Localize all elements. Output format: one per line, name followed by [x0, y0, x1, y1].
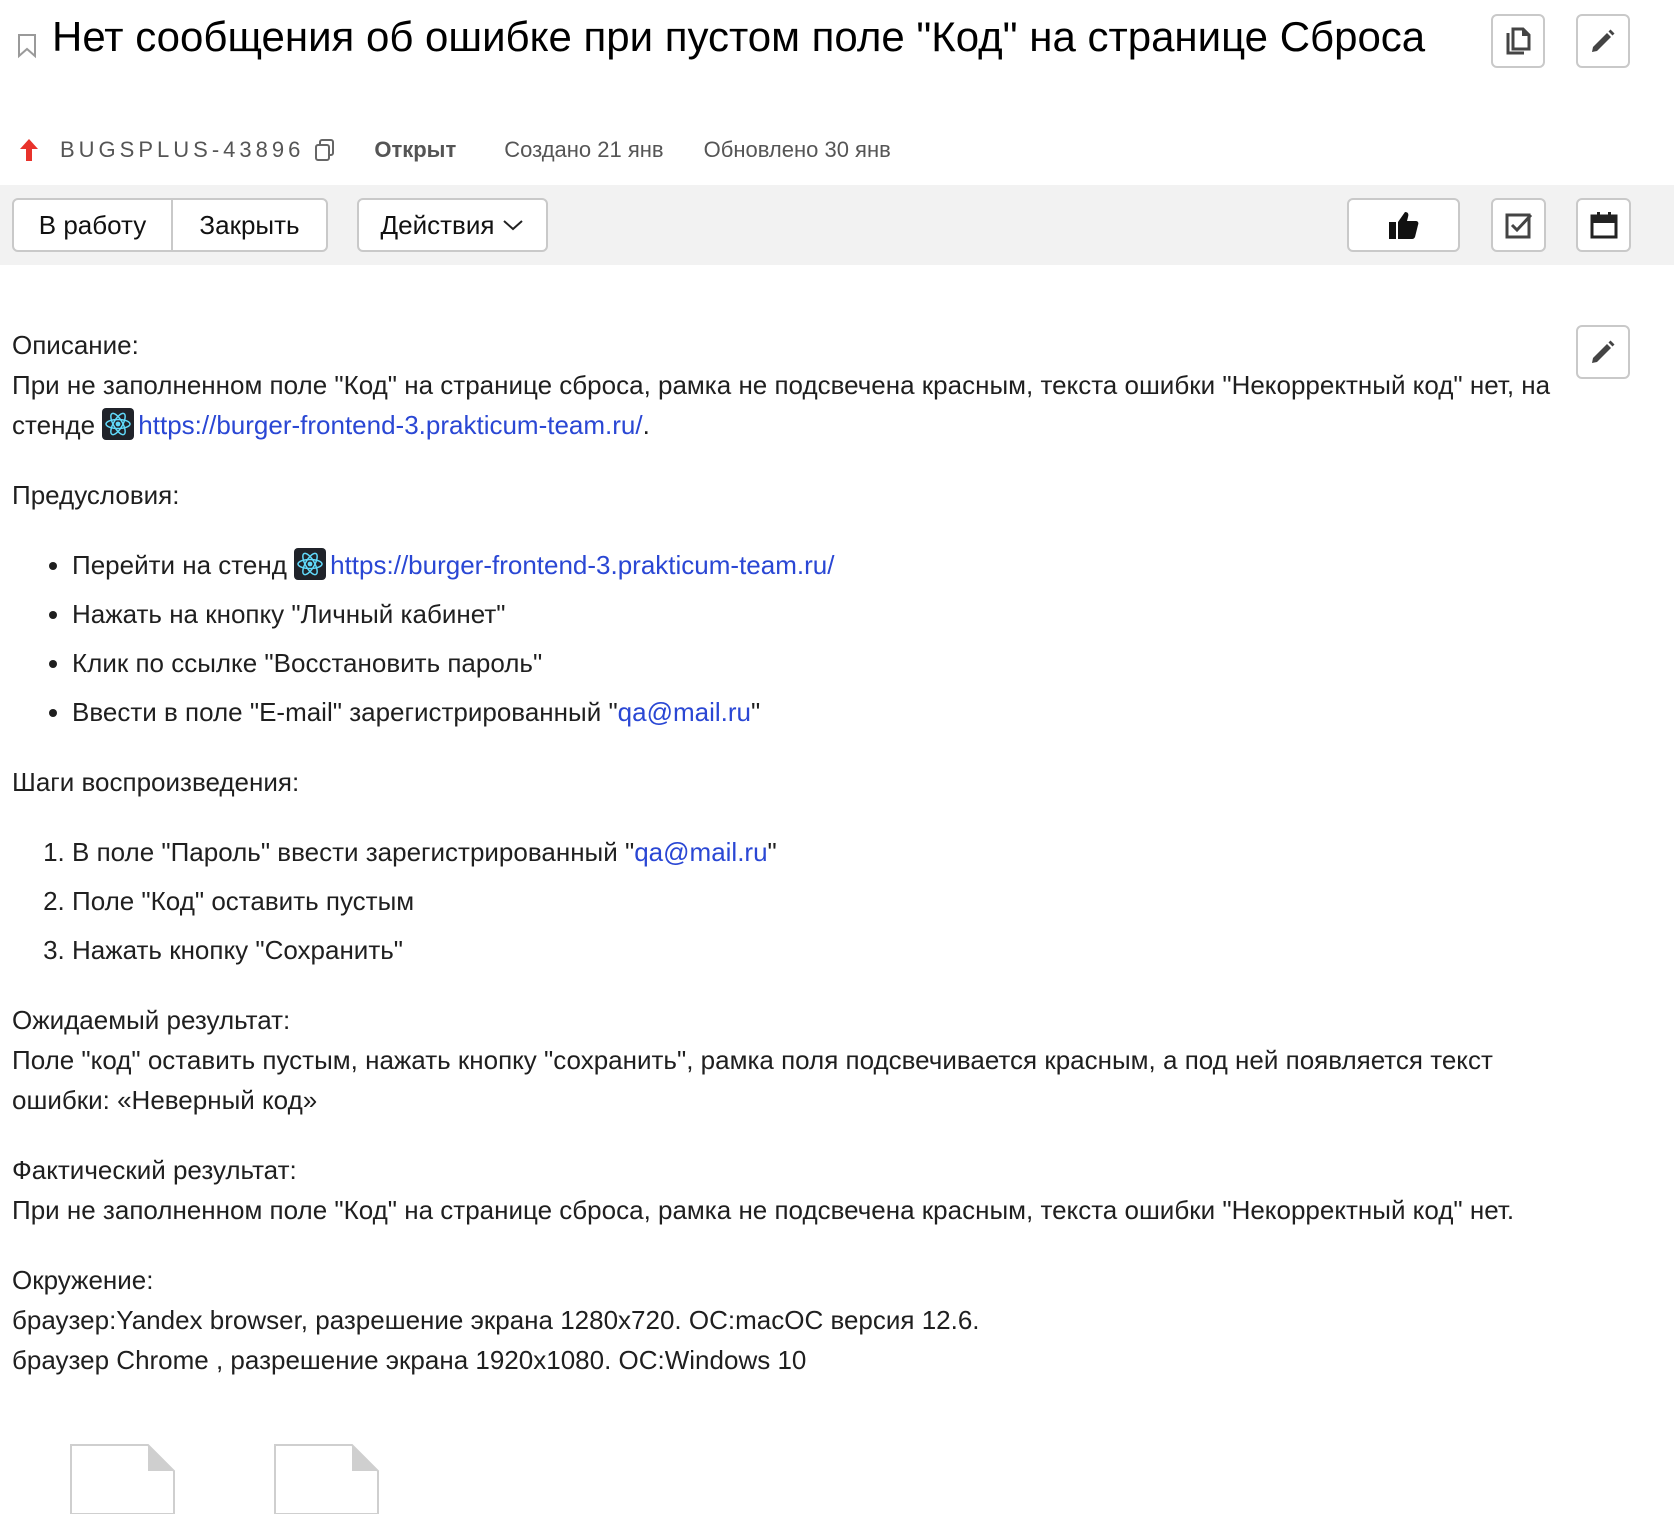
expected-text: Поле "код" оставить пустым, нажать кнопк… — [12, 1045, 1493, 1115]
thumbs-up-icon — [1388, 212, 1418, 239]
environment-line: браузер:Yandex browser, разрешение экран… — [12, 1305, 980, 1335]
stand-link[interactable]: https://burger-frontend-3.prakticum-team… — [138, 410, 642, 440]
preconditions-section: Предусловия: Перейти на стенд https://bu… — [12, 475, 1572, 732]
list-item: Нажать кнопку "Сохранить" — [72, 930, 1572, 970]
actions-dropdown[interactable]: Действия — [357, 198, 548, 252]
list-item: В поле "Пароль" ввести зарегистрированны… — [72, 832, 1572, 872]
close-issue-button[interactable]: Закрыть — [171, 198, 328, 252]
issue-header: Нет сообщения об ошибке при пустом поле … — [0, 0, 1674, 185]
issue-key[interactable]: BUGSPLUS-43896 — [60, 137, 304, 163]
expected-section: Ожидаемый результат: Поле "код" оставить… — [12, 1000, 1572, 1120]
bookmark-icon[interactable] — [14, 30, 40, 60]
section-heading: Предусловия: — [12, 480, 180, 510]
updated-date: Обновлено 30 янв — [703, 137, 891, 162]
actual-text: При не заполненном поле "Код" на страниц… — [12, 1195, 1515, 1225]
environment-section: Окружение: браузер:Yandex browser, разре… — [12, 1260, 1572, 1380]
environment-line: браузер Chrome , разрешение экрана 1920x… — [12, 1345, 807, 1375]
chevron-down-icon — [503, 220, 524, 231]
calendar-icon — [1590, 212, 1617, 239]
text: Перейти на стенд — [72, 550, 295, 580]
edit-title-button[interactable] — [1576, 14, 1630, 68]
checkbox-icon — [1505, 213, 1532, 239]
description-text: При не заполненном поле "Код" на страниц… — [12, 365, 1552, 445]
file-icon[interactable] — [274, 1444, 380, 1514]
issue-title: Нет сообщения об ошибке при пустом поле … — [52, 13, 1426, 60]
actual-section: Фактический результат: При не заполненно… — [12, 1150, 1572, 1230]
list-item: Клик по ссылке "Восстановить пароль" — [72, 643, 1572, 683]
checklist-button[interactable] — [1491, 198, 1546, 252]
preconditions-list: Перейти на стенд https://burger-frontend… — [12, 545, 1572, 732]
copy-key-icon[interactable] — [312, 137, 338, 163]
created-date: Создано 21 янв — [504, 137, 664, 162]
text: . — [642, 410, 650, 440]
clone-button[interactable] — [1491, 14, 1545, 68]
text: " — [767, 837, 777, 867]
issue-toolbar: В работу Закрыть Действия — [0, 185, 1674, 265]
section-heading: Фактический результат: — [12, 1155, 297, 1185]
email-link[interactable]: qa@mail.ru — [618, 697, 751, 727]
issue-meta: BUGSPLUS-43896 Открыт Создано 21 янв Обн… — [18, 132, 891, 168]
steps-list: В поле "Пароль" ввести зарегистрированны… — [12, 832, 1572, 970]
react-icon — [102, 408, 135, 440]
description-section: Описание: При не заполненном поле "Код" … — [12, 325, 1572, 445]
status-badge[interactable]: Открыт — [374, 137, 456, 163]
list-item: Нажать на кнопку "Личный кабинет" — [72, 594, 1572, 634]
edit-description-button[interactable] — [1576, 325, 1630, 379]
actions-label: Действия — [380, 209, 495, 240]
list-item: Перейти на стенд https://burger-frontend… — [72, 545, 1572, 585]
file-icon[interactable] — [70, 1444, 176, 1514]
calendar-button[interactable] — [1576, 198, 1631, 252]
text: Ввести в поле "E-mail" зарегистрированны… — [72, 697, 618, 727]
like-button[interactable] — [1347, 198, 1460, 252]
react-icon — [294, 548, 327, 580]
priority-up-icon — [20, 139, 38, 161]
section-heading: Описание: — [12, 330, 139, 360]
text: " — [751, 697, 761, 727]
section-heading: Ожидаемый результат: — [12, 1005, 291, 1035]
start-work-button[interactable]: В работу — [12, 198, 173, 252]
edit-icon — [1592, 340, 1615, 363]
email-link[interactable]: qa@mail.ru — [634, 837, 767, 867]
issue-description: Описание: При не заполненном поле "Код" … — [12, 325, 1572, 1410]
clone-icon — [1506, 27, 1531, 55]
steps-section: Шаги воспроизведения: В поле "Пароль" вв… — [12, 762, 1572, 970]
edit-icon — [1592, 29, 1615, 52]
text: В поле "Пароль" ввести зарегистрированны… — [72, 837, 635, 867]
list-item: Ввести в поле "E-mail" зарегистрированны… — [72, 692, 1572, 732]
stand-link[interactable]: https://burger-frontend-3.prakticum-team… — [330, 550, 834, 580]
list-item: Поле "Код" оставить пустым — [72, 881, 1572, 921]
section-heading: Шаги воспроизведения: — [12, 767, 300, 797]
section-heading: Окружение: — [12, 1265, 154, 1295]
